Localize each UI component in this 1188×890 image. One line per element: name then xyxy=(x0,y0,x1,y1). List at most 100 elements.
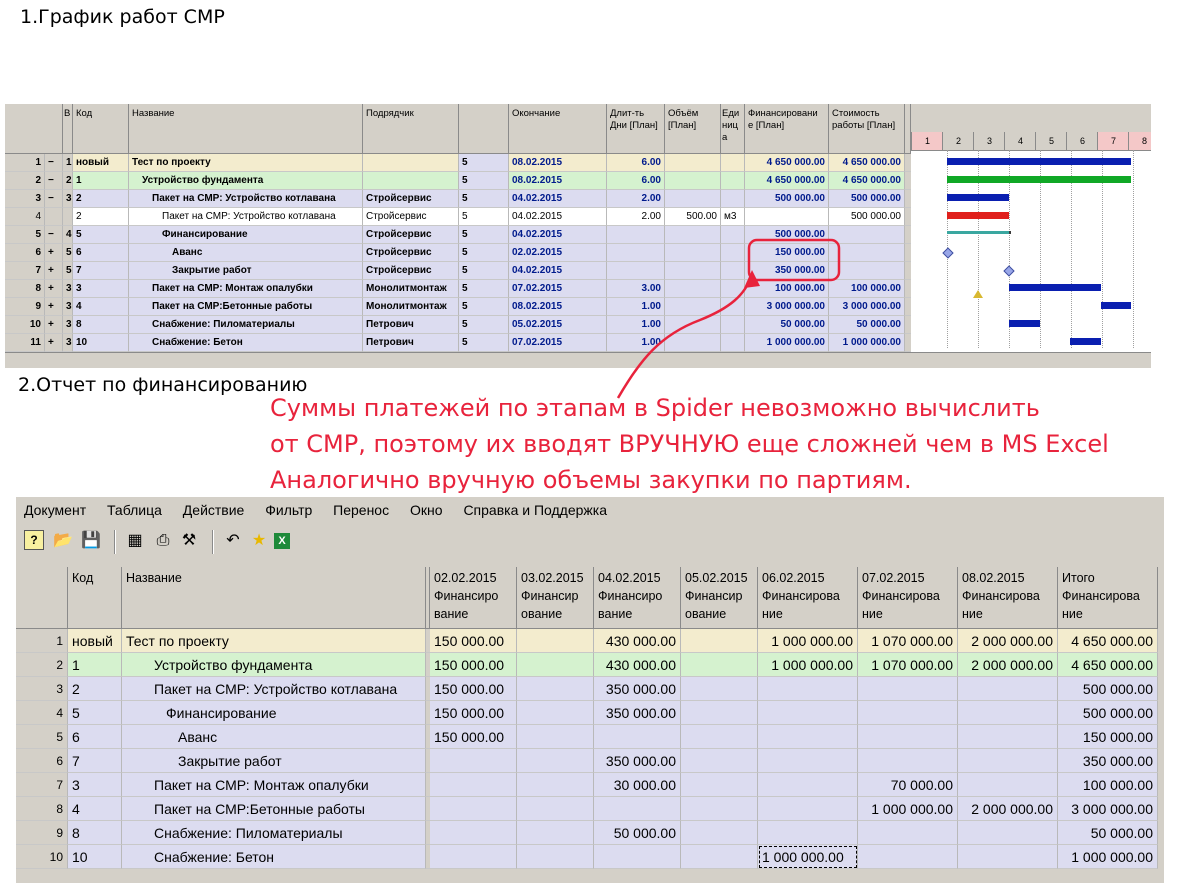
fin-value-cell[interactable]: 500 000.00 xyxy=(1058,701,1158,725)
fin-value-cell[interactable] xyxy=(594,845,681,869)
fin-value-cell[interactable] xyxy=(858,677,958,701)
fin-header-date-col[interactable]: 07.02.2015 Финансирова ние xyxy=(858,567,958,629)
fin-value-cell[interactable] xyxy=(758,749,858,773)
fin-header-kod[interactable]: Код xyxy=(68,567,122,629)
fin-value-cell[interactable]: 1 000 000.00 xyxy=(758,845,858,869)
fin-value-cell[interactable] xyxy=(430,821,517,845)
fin-value-cell[interactable]: 1 000 000.00 xyxy=(758,629,858,653)
fin-value-cell[interactable] xyxy=(758,701,858,725)
fin-value-cell[interactable]: 50 000.00 xyxy=(1058,821,1158,845)
fin-value-cell[interactable] xyxy=(958,677,1058,701)
fin-header-date-col[interactable]: 05.02.2015 Финансир ование xyxy=(681,567,758,629)
fin-value-cell[interactable] xyxy=(758,797,858,821)
star-icon[interactable]: ★ xyxy=(248,530,270,552)
fin-value-cell[interactable]: 1 000 000.00 xyxy=(758,653,858,677)
fin-value-cell[interactable] xyxy=(517,821,594,845)
fin-value-cell[interactable] xyxy=(517,797,594,821)
fin-value-cell[interactable] xyxy=(517,677,594,701)
hammer-icon[interactable]: ⚒ xyxy=(178,530,200,552)
undo-icon[interactable]: ↶ xyxy=(222,530,244,552)
fin-header-name[interactable]: Название xyxy=(122,567,426,629)
menu-transfer[interactable]: Перенос xyxy=(333,502,389,518)
fin-value-cell[interactable] xyxy=(958,845,1058,869)
fin-value-cell[interactable] xyxy=(681,653,758,677)
fin-value-cell[interactable]: 100 000.00 xyxy=(1058,773,1158,797)
fin-value-cell[interactable] xyxy=(430,845,517,869)
table-view-icon[interactable]: ▦ xyxy=(124,530,146,552)
fin-value-cell[interactable]: 4 650 000.00 xyxy=(1058,653,1158,677)
menu-table[interactable]: Таблица xyxy=(107,502,162,518)
fin-value-cell[interactable]: 4 650 000.00 xyxy=(1058,629,1158,653)
fin-row[interactable]: 5 6 Аванс 150 000.00 150 000.00 xyxy=(16,725,1164,749)
fin-value-cell[interactable] xyxy=(430,797,517,821)
help-icon[interactable]: ? xyxy=(24,530,44,550)
fin-row[interactable]: 10 10 Снабжение: Бетон 1 000 000.00 1 000 00… xyxy=(16,845,1164,869)
fin-value-cell[interactable] xyxy=(681,725,758,749)
fin-value-cell[interactable] xyxy=(594,797,681,821)
fin-value-cell[interactable] xyxy=(858,749,958,773)
fin-value-cell[interactable] xyxy=(681,773,758,797)
fin-row[interactable]: 1 новый Тест по проекту 150 000.00 430 000.0… xyxy=(16,629,1164,653)
fin-header-date-col[interactable]: 02.02.2015 Финансиро вание xyxy=(430,567,517,629)
fin-value-cell[interactable]: 2 000 000.00 xyxy=(958,797,1058,821)
fin-value-cell[interactable] xyxy=(758,773,858,797)
fin-value-cell[interactable] xyxy=(958,821,1058,845)
fin-value-cell[interactable]: 150 000.00 xyxy=(1058,725,1158,749)
fin-value-cell[interactable] xyxy=(517,749,594,773)
fin-value-cell[interactable]: 3 000 000.00 xyxy=(1058,797,1158,821)
menu-help[interactable]: Справка и Поддержка xyxy=(463,502,607,518)
fin-header-date-col[interactable]: 04.02.2015 Финансиро вание xyxy=(594,567,681,629)
fin-value-cell[interactable] xyxy=(758,821,858,845)
fin-value-cell[interactable] xyxy=(758,725,858,749)
fin-value-cell[interactable] xyxy=(858,845,958,869)
fin-value-cell[interactable] xyxy=(430,773,517,797)
fin-value-cell[interactable] xyxy=(681,797,758,821)
fin-value-cell[interactable] xyxy=(681,629,758,653)
fin-value-cell[interactable]: 350 000.00 xyxy=(594,677,681,701)
fin-value-cell[interactable]: 1 070 000.00 xyxy=(858,629,958,653)
fin-value-cell[interactable] xyxy=(517,845,594,869)
fin-value-cell[interactable] xyxy=(430,749,517,773)
fin-value-cell[interactable] xyxy=(517,773,594,797)
fin-value-cell[interactable] xyxy=(681,749,758,773)
fin-value-cell[interactable] xyxy=(958,773,1058,797)
fin-value-cell[interactable]: 150 000.00 xyxy=(430,629,517,653)
fin-value-cell[interactable] xyxy=(517,725,594,749)
fin-value-cell[interactable] xyxy=(517,653,594,677)
fin-value-cell[interactable] xyxy=(958,725,1058,749)
fin-row[interactable]: 4 5 Финансирование 150 000.00 350 000.00 500 … xyxy=(16,701,1164,725)
fin-value-cell[interactable]: 430 000.00 xyxy=(594,653,681,677)
fin-value-cell[interactable] xyxy=(681,821,758,845)
fin-value-cell[interactable] xyxy=(517,701,594,725)
fin-row[interactable]: 7 3 Пакет на СМР: Монтаж опалубки 30 000.00… xyxy=(16,773,1164,797)
fin-row[interactable]: 6 7 Закрытие работ 350 000.00 350 000.00 xyxy=(16,749,1164,773)
fin-value-cell[interactable]: 2 000 000.00 xyxy=(958,653,1058,677)
fin-value-cell[interactable]: 350 000.00 xyxy=(594,701,681,725)
fin-value-cell[interactable]: 500 000.00 xyxy=(1058,677,1158,701)
excel-export-icon[interactable]: X xyxy=(274,533,290,549)
fin-value-cell[interactable] xyxy=(594,725,681,749)
fin-value-cell[interactable]: 1 000 000.00 xyxy=(858,797,958,821)
open-folder-icon[interactable]: 📂 xyxy=(52,530,74,552)
fin-value-cell[interactable] xyxy=(758,677,858,701)
fin-header-date-col[interactable]: Итого Финансирова ние xyxy=(1058,567,1158,629)
fin-value-cell[interactable]: 150 000.00 xyxy=(430,701,517,725)
fin-row[interactable]: 8 4 Пакет на СМР:Бетонные работы 1 000 000.… xyxy=(16,797,1164,821)
fin-row[interactable]: 2 1 Устройство фундамента 150 000.00 430 000… xyxy=(16,653,1164,677)
fin-value-cell[interactable]: 150 000.00 xyxy=(430,725,517,749)
menu-window[interactable]: Окно xyxy=(410,502,443,518)
fin-value-cell[interactable]: 150 000.00 xyxy=(430,677,517,701)
fin-value-cell[interactable]: 70 000.00 xyxy=(858,773,958,797)
fin-value-cell[interactable]: 30 000.00 xyxy=(594,773,681,797)
fin-value-cell[interactable]: 2 000 000.00 xyxy=(958,629,1058,653)
save-icon[interactable]: 💾 xyxy=(80,530,102,552)
fin-value-cell[interactable]: 1 000 000.00 xyxy=(1058,845,1158,869)
fin-value-cell[interactable]: 50 000.00 xyxy=(594,821,681,845)
fin-row[interactable]: 9 8 Снабжение: Пиломатериалы 50 000.00 50 00… xyxy=(16,821,1164,845)
fin-header-date-col[interactable]: 03.02.2015 Финансир ование xyxy=(517,567,594,629)
fin-value-cell[interactable] xyxy=(858,725,958,749)
fin-header-date-col[interactable]: 08.02.2015 Финансирова ние xyxy=(958,567,1058,629)
fin-value-cell[interactable]: 350 000.00 xyxy=(1058,749,1158,773)
fin-value-cell[interactable]: 150 000.00 xyxy=(430,653,517,677)
fin-value-cell[interactable] xyxy=(958,749,1058,773)
